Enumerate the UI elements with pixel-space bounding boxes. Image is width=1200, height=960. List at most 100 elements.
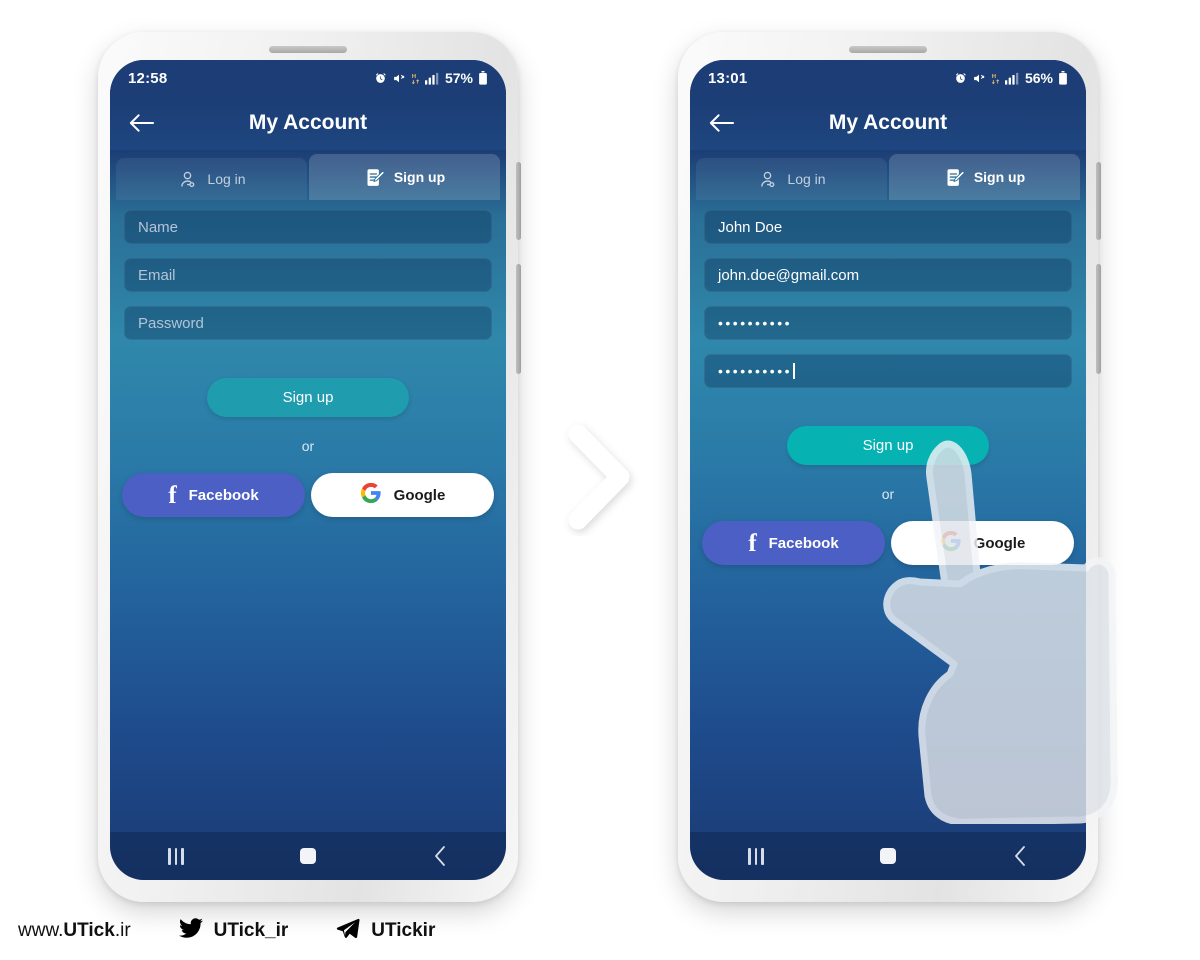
sign-up-form: Name Email Password <box>110 200 506 354</box>
android-nav-bar <box>110 832 506 880</box>
page-title: My Account <box>828 111 948 134</box>
twitter-bird-icon <box>177 916 205 946</box>
facebook-login-button[interactable]: f Facebook <box>702 521 885 565</box>
hspa-data-icon: H <box>991 72 1000 85</box>
telegram-plane-icon <box>334 916 362 946</box>
alarm-icon <box>954 72 967 85</box>
status-bar: 12:58 H 57% <box>110 60 506 96</box>
signal-bars-icon <box>424 72 439 85</box>
google-login-button[interactable]: Google <box>311 473 494 517</box>
phone-side-button-volume[interactable] <box>516 264 521 374</box>
confirm-password-field-value: •••••••••• <box>718 363 793 379</box>
google-icon <box>360 482 382 508</box>
earpiece-speaker <box>849 46 927 53</box>
earpiece-speaker <box>269 46 347 53</box>
password-field[interactable]: •••••••••• <box>704 306 1072 340</box>
google-label: Google <box>393 486 446 504</box>
tab-log-in-label: Log in <box>787 171 826 187</box>
facebook-label: Facebook <box>768 534 839 552</box>
social-login-row: f Facebook Google <box>690 521 1086 565</box>
status-icon-group: H 56% <box>954 70 1068 86</box>
facebook-icon: f <box>168 481 177 509</box>
google-icon <box>940 530 962 556</box>
footer-branding: www.UTick.ir UTick_ir UTickir <box>18 916 435 946</box>
divider-label: or <box>881 486 895 502</box>
battery-icon <box>478 71 488 85</box>
page-title: My Account <box>248 111 368 134</box>
tab-sign-up[interactable]: Sign up <box>889 154 1080 200</box>
home-icon[interactable] <box>863 839 913 873</box>
status-icon-group: H 57% <box>374 70 488 86</box>
auth-tab-bar: Log in Sign up <box>110 150 506 200</box>
battery-icon <box>1058 71 1068 85</box>
sign-up-button[interactable]: Sign up <box>787 426 989 465</box>
password-field-value: •••••••••• <box>718 315 793 331</box>
recents-icon[interactable] <box>151 839 201 873</box>
phone-screen: 13:01 H 56% My Account Log in Sign up Jo… <box>690 60 1086 880</box>
twitter-link[interactable]: UTick_ir <box>177 916 289 946</box>
tab-sign-up-label: Sign up <box>973 169 1026 185</box>
email-field[interactable]: Email <box>124 258 492 292</box>
alarm-icon <box>374 72 387 85</box>
twitter-handle: UTick_ir <box>213 920 289 941</box>
screenshot-canvas: 12:58 H 57% My Account Log in Sign up Na… <box>0 0 1200 960</box>
email-field-text: Email <box>138 266 176 284</box>
telegram-handle: UTickir <box>371 920 436 941</box>
email-field[interactable]: john.doe@gmail.com <box>704 258 1072 292</box>
status-bar: 13:01 H 56% <box>690 60 1086 96</box>
auth-tab-bar: Log in Sign up <box>690 150 1086 200</box>
app-bar: My Account <box>690 96 1086 150</box>
mute-icon <box>392 72 406 85</box>
app-bar: My Account <box>110 96 506 150</box>
facebook-login-button[interactable]: f Facebook <box>122 473 305 517</box>
document-pen-icon <box>364 167 385 188</box>
phone-side-button-volume[interactable] <box>1096 264 1101 374</box>
status-time: 13:01 <box>708 69 748 87</box>
password-field-text: Password <box>138 314 204 332</box>
name-field-text: Name <box>138 218 179 236</box>
phone-before: 12:58 H 57% My Account Log in Sign up Na… <box>98 32 521 902</box>
document-pen-icon <box>944 167 965 188</box>
google-login-button[interactable]: Google <box>891 521 1074 565</box>
tab-sign-up[interactable]: Sign up <box>309 154 500 200</box>
primary-action-row: Sign up <box>110 378 506 417</box>
password-field[interactable]: Password <box>124 306 492 340</box>
telegram-link[interactable]: UTickir <box>334 916 435 946</box>
tab-log-in-label: Log in <box>207 171 246 187</box>
website-brand: UTick <box>63 920 115 941</box>
sign-up-form: John Doe john.doe@gmail.com •••••••••• •… <box>690 200 1086 402</box>
back-arrow-icon[interactable] <box>118 100 164 146</box>
phone-screen: 12:58 H 57% My Account Log in Sign up Na… <box>110 60 506 880</box>
tab-log-in[interactable]: Log in <box>116 158 307 200</box>
name-field[interactable]: Name <box>124 210 492 244</box>
website-link[interactable]: www.UTick.ir <box>18 920 131 942</box>
recents-icon[interactable] <box>731 839 781 873</box>
website-suffix: .ir <box>114 920 131 941</box>
confirm-password-field[interactable]: •••••••••• <box>704 354 1072 388</box>
text-cursor <box>793 363 795 379</box>
back-icon[interactable] <box>415 839 465 873</box>
back-icon[interactable] <box>995 839 1045 873</box>
name-field[interactable]: John Doe <box>704 210 1072 244</box>
divider-label: or <box>301 438 315 454</box>
chevron-right-icon <box>556 418 644 536</box>
name-field-value: John Doe <box>718 218 783 236</box>
primary-action-row: Sign up <box>690 426 1086 465</box>
google-label: Google <box>973 534 1026 552</box>
tab-log-in[interactable]: Log in <box>696 158 887 200</box>
phone-side-button-power[interactable] <box>1096 162 1101 240</box>
back-arrow-icon[interactable] <box>698 100 744 146</box>
facebook-label: Facebook <box>188 486 259 504</box>
svg-text:H: H <box>992 73 996 79</box>
user-key-icon <box>177 169 198 190</box>
home-icon[interactable] <box>283 839 333 873</box>
facebook-icon: f <box>748 529 757 557</box>
website-prefix: www. <box>18 920 64 941</box>
android-nav-bar <box>690 832 1086 880</box>
phone-side-button-power[interactable] <box>516 162 521 240</box>
status-time: 12:58 <box>128 69 168 87</box>
email-field-value: john.doe@gmail.com <box>718 266 860 284</box>
sign-up-button[interactable]: Sign up <box>207 378 409 417</box>
mute-icon <box>972 72 986 85</box>
tab-sign-up-label: Sign up <box>393 169 446 185</box>
